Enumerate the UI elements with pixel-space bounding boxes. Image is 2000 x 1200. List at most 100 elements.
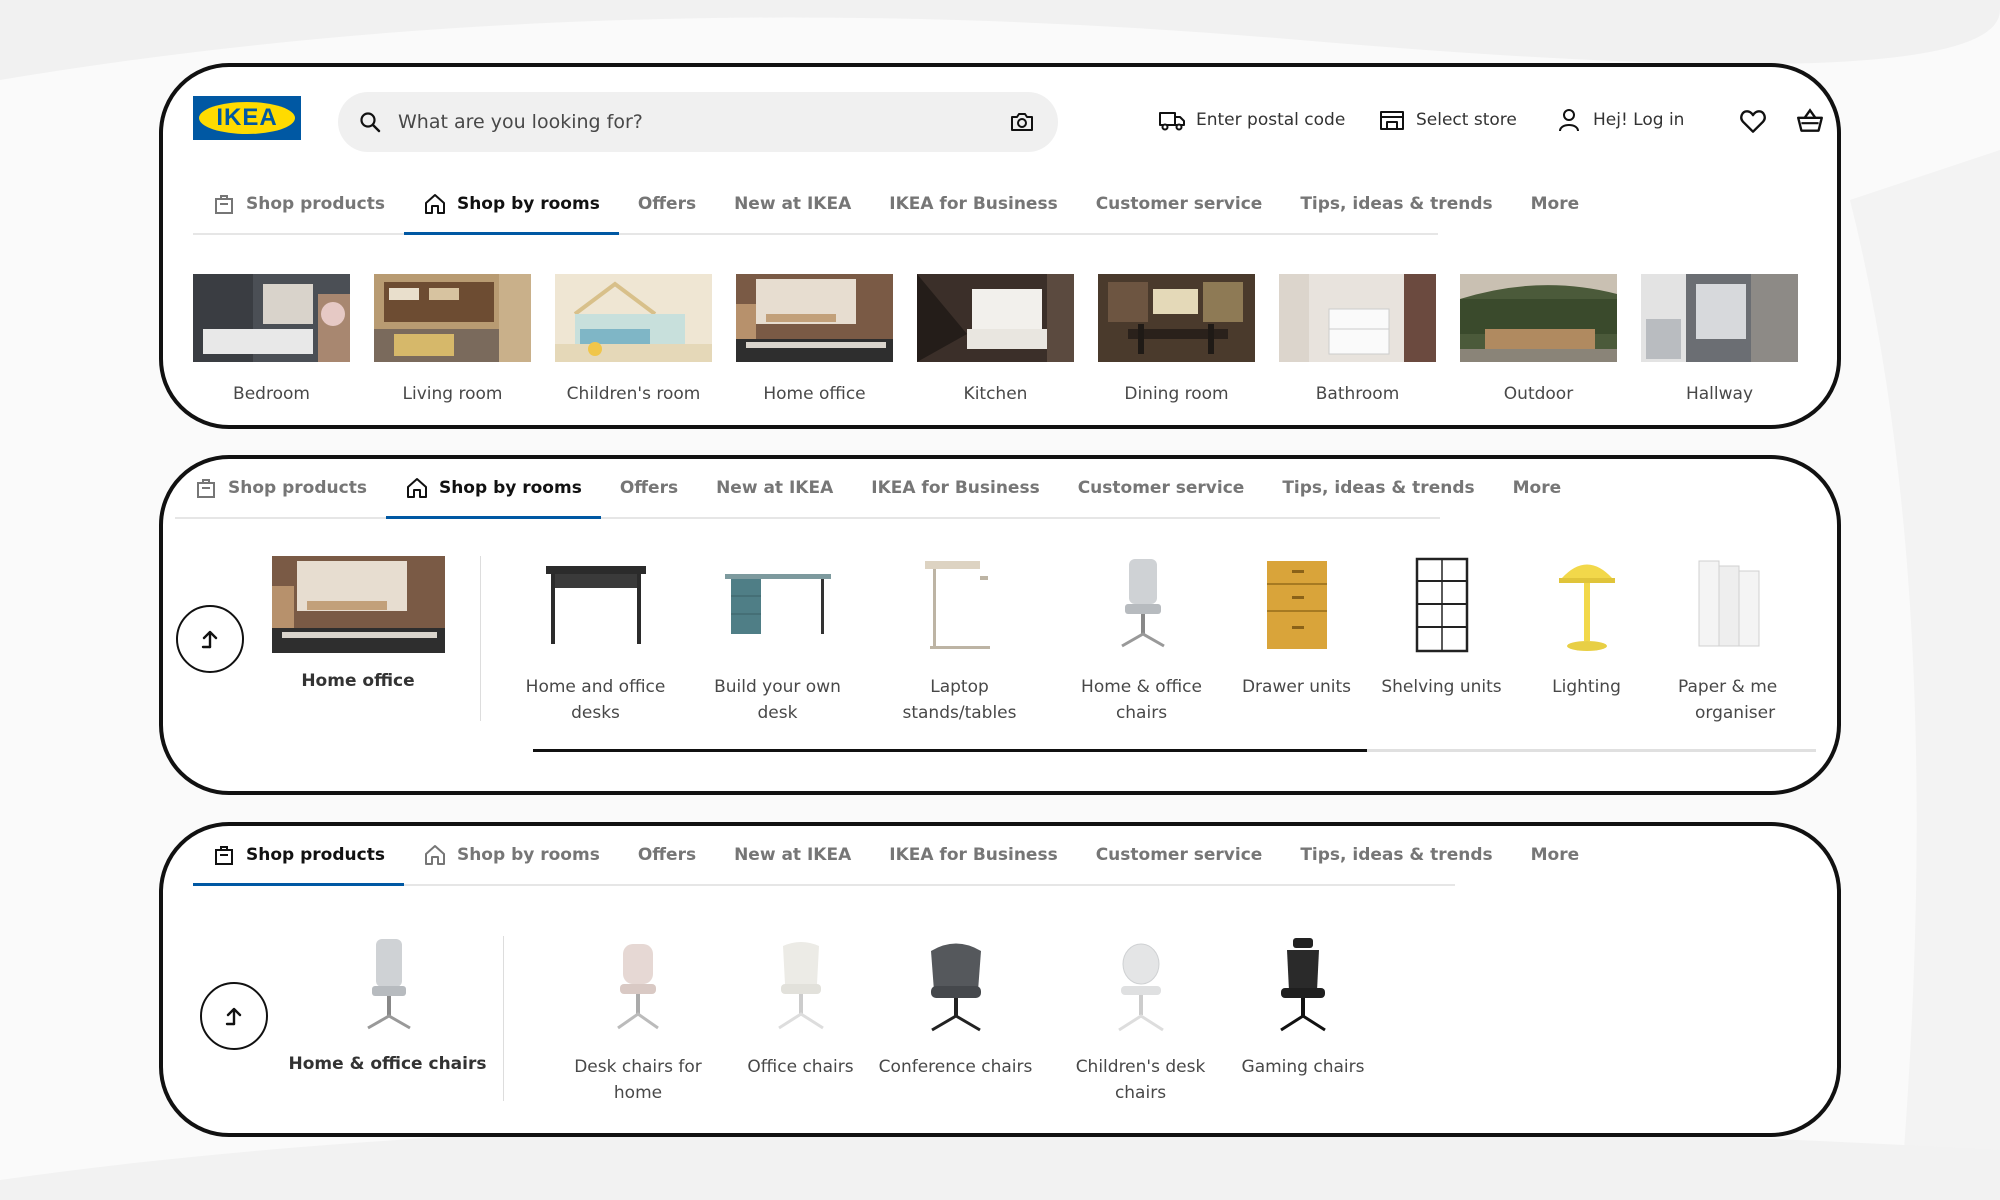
- tab-label: Shop by rooms: [456, 845, 600, 865]
- category-list: Home and office desks Build your own desk …: [518, 556, 1794, 726]
- category-label-line1: Children's desk: [1075, 1057, 1206, 1077]
- tab-more[interactable]: More: [1512, 826, 1599, 884]
- lamp-image: [1558, 564, 1615, 651]
- tab-shop-products[interactable]: Shop products: [193, 826, 404, 886]
- back-up-button[interactable]: [200, 982, 268, 1050]
- category-conference-chairs[interactable]: Conference chairs: [878, 936, 1033, 1106]
- tab-more[interactable]: More: [1512, 175, 1599, 233]
- category-label-line1: Home and office: [525, 677, 666, 697]
- navigation-panel-rooms: IKEA Enter postal code Select store Hej!…: [159, 63, 1841, 429]
- tab-label: IKEA for Business: [871, 478, 1040, 498]
- category-build-your-own-desk[interactable]: Build your own desk: [700, 556, 855, 726]
- category-label-line1: Office chairs: [747, 1057, 854, 1077]
- search-icon[interactable]: [358, 110, 382, 134]
- room-item-outdoor[interactable]: Outdoor: [1460, 274, 1617, 404]
- tab-tips-ideas-trends[interactable]: Tips, ideas & trends: [1281, 826, 1511, 884]
- category-office-chairs[interactable]: Office chairs: [723, 936, 878, 1106]
- category-desk-chairs-for-home[interactable]: Desk chairs for home: [553, 936, 723, 1106]
- category-childrens-desk-chairs[interactable]: Children's desk chairs: [1063, 936, 1218, 1106]
- featured-label: Home & office chairs: [288, 1054, 487, 1074]
- navigation-panel-home-office: Shop products Shop by rooms Offers New a…: [159, 455, 1841, 795]
- user-icon: [1559, 109, 1579, 132]
- tab-new-at-ikea[interactable]: New at IKEA: [715, 175, 870, 233]
- navigation-panel-office-chairs: Shop products Shop by rooms Offers New a…: [159, 822, 1841, 1137]
- horizontal-scrollbar[interactable]: [533, 749, 1816, 752]
- room-item-living-room[interactable]: Living room: [374, 274, 531, 404]
- main-nav-tabs: Shop products Shop by rooms Offers New a…: [193, 826, 1579, 886]
- tab-label: Tips, ideas & trends: [1300, 845, 1493, 865]
- tab-offers[interactable]: Offers: [619, 175, 715, 233]
- tab-more[interactable]: More: [1494, 459, 1581, 517]
- tab-label: More: [1512, 478, 1562, 498]
- divider: [503, 936, 504, 1101]
- tab-shop-products[interactable]: Shop products: [193, 175, 404, 233]
- room-item-dining-room[interactable]: Dining room: [1098, 274, 1255, 404]
- back-up-button[interactable]: [176, 605, 244, 673]
- tab-offers[interactable]: Offers: [619, 826, 715, 884]
- tab-tips-ideas-trends[interactable]: Tips, ideas & trends: [1263, 459, 1493, 517]
- category-label-line1: Shelving units: [1381, 677, 1502, 697]
- tab-customer-service[interactable]: Customer service: [1059, 459, 1264, 517]
- shopping-bag-icon: [197, 479, 215, 498]
- camera-icon[interactable]: [1008, 108, 1036, 136]
- category-paper-media-organisers[interactable]: Paper & me organiser: [1664, 556, 1794, 726]
- ikea-logo[interactable]: IKEA: [193, 96, 301, 140]
- postal-code-button[interactable]: Enter postal code: [1158, 106, 1345, 134]
- room-list: Bedroom Living room Children's room Home…: [193, 274, 1798, 404]
- tab-new-at-ikea[interactable]: New at IKEA: [697, 459, 852, 517]
- tab-shop-by-rooms[interactable]: Shop by rooms: [403, 175, 619, 235]
- category-gaming-chairs[interactable]: Gaming chairs: [1228, 936, 1378, 1106]
- bathroom-image: [1279, 274, 1436, 362]
- room-item-bathroom[interactable]: Bathroom: [1279, 274, 1436, 404]
- scrollbar-thumb[interactable]: [533, 749, 1367, 752]
- search-bar[interactable]: [338, 92, 1058, 152]
- laptop-stand-image: [924, 561, 990, 649]
- category-label-line1: Desk chairs for: [574, 1057, 702, 1077]
- select-store-button[interactable]: Select store: [1378, 106, 1517, 134]
- shopping-bag-icon[interactable]: [1795, 106, 1825, 136]
- featured-category-home-office-chairs[interactable]: Home & office chairs: [285, 936, 490, 1074]
- category-shelving-units[interactable]: Shelving units: [1374, 556, 1509, 726]
- house-icon: [424, 845, 445, 865]
- tab-label: Shop by rooms: [438, 478, 582, 498]
- category-label-line1: Drawer units: [1241, 677, 1352, 697]
- tab-customer-service[interactable]: Customer service: [1077, 826, 1282, 884]
- tab-customer-service[interactable]: Customer service: [1077, 175, 1282, 233]
- search-input[interactable]: [398, 92, 958, 152]
- tab-ikea-for-business[interactable]: IKEA for Business: [870, 175, 1076, 233]
- office-chair-image: [777, 942, 824, 1030]
- tab-new-at-ikea[interactable]: New at IKEA: [715, 826, 870, 884]
- login-button[interactable]: Hej! Log in: [1555, 106, 1684, 134]
- tab-tips-ideas-trends[interactable]: Tips, ideas & trends: [1281, 175, 1511, 233]
- room-item-hallway[interactable]: Hallway: [1641, 274, 1798, 404]
- tab-ikea-for-business[interactable]: IKEA for Business: [852, 459, 1058, 517]
- room-item-childrens-room[interactable]: Children's room: [555, 274, 712, 404]
- arrow-up-icon: [201, 630, 218, 649]
- site-header: IKEA Enter postal code Select store Hej!…: [193, 92, 1823, 156]
- featured-room-home-office[interactable]: Home office: [268, 556, 448, 691]
- postal-code-label: Enter postal code: [1196, 110, 1346, 130]
- tab-label: Customer service: [1077, 478, 1245, 498]
- tab-offers[interactable]: Offers: [601, 459, 697, 517]
- delivery-truck-icon: [1159, 112, 1185, 131]
- category-label-line1: Gaming chairs: [1241, 1057, 1365, 1077]
- heart-icon[interactable]: [1738, 106, 1768, 136]
- tab-shop-products[interactable]: Shop products: [175, 459, 386, 517]
- room-label: Dining room: [1124, 384, 1229, 404]
- category-label-line1: Laptop: [930, 677, 989, 697]
- tab-ikea-for-business[interactable]: IKEA for Business: [870, 826, 1076, 884]
- tab-shop-by-rooms[interactable]: Shop by rooms: [385, 459, 601, 519]
- category-laptop-stands[interactable]: Laptop stands/tables: [882, 556, 1037, 726]
- room-item-bedroom[interactable]: Bedroom: [193, 274, 350, 404]
- room-item-home-office[interactable]: Home office: [736, 274, 893, 404]
- category-home-office-chairs[interactable]: Home & office chairs: [1064, 556, 1219, 726]
- room-label: Kitchen: [963, 384, 1028, 404]
- tab-shop-by-rooms[interactable]: Shop by rooms: [404, 826, 619, 884]
- house-icon: [406, 478, 427, 498]
- room-item-kitchen[interactable]: Kitchen: [917, 274, 1074, 404]
- category-lighting[interactable]: Lighting: [1519, 556, 1654, 726]
- category-home-office-desks[interactable]: Home and office desks: [518, 556, 673, 726]
- category-label-line1: Build your own: [714, 677, 841, 697]
- category-drawer-units[interactable]: Drawer units: [1229, 556, 1364, 726]
- tab-label: Shop products: [246, 845, 385, 865]
